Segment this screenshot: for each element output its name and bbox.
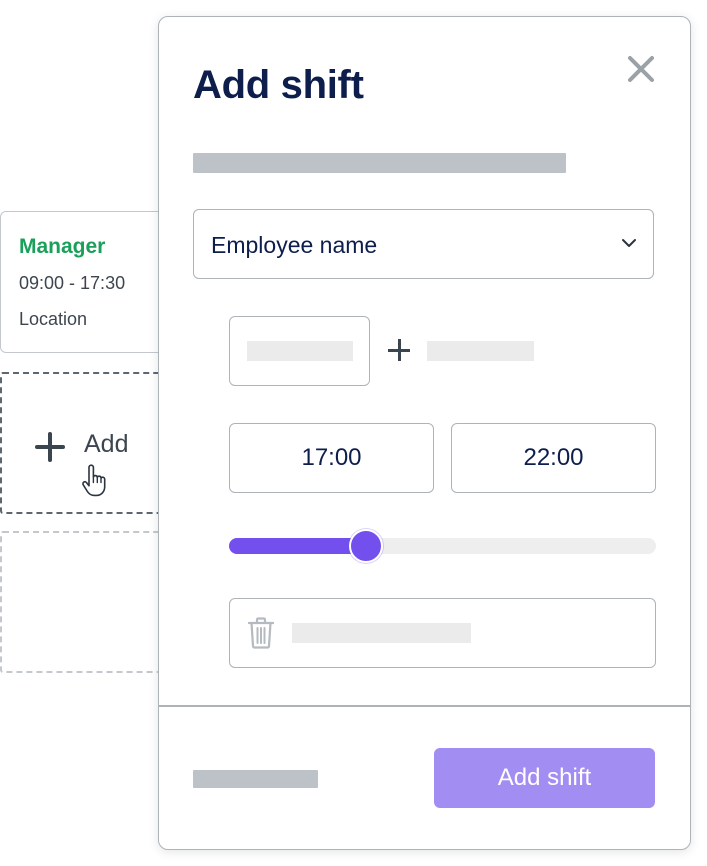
- dialog-title: Add shift: [193, 63, 364, 107]
- employee-select-value: Employee name: [211, 232, 378, 258]
- start-time-input[interactable]: 17:00: [229, 423, 434, 493]
- duration-slider[interactable]: [229, 529, 656, 563]
- add-slot-label: Add: [84, 430, 129, 458]
- shift-card[interactable]: Manager 09:00 - 17:30 Location: [0, 211, 175, 353]
- add-shift-dialog: Add shift Employee name 17:00 22:00 Add …: [158, 16, 691, 850]
- delete-field-placeholder: [292, 623, 471, 643]
- slider-thumb[interactable]: [348, 529, 383, 563]
- delete-field[interactable]: [229, 598, 656, 668]
- add-shift-button[interactable]: Add shift: [434, 748, 655, 808]
- shift-role: Manager: [19, 235, 106, 258]
- footer-placeholder: [193, 770, 318, 788]
- subtitle-placeholder: [193, 153, 566, 173]
- break-input-placeholder: [247, 341, 353, 361]
- shift-time: 09:00 - 17:30: [19, 273, 126, 293]
- empty-shift-slot[interactable]: [0, 531, 175, 673]
- end-time-input[interactable]: 22:00: [451, 423, 656, 493]
- plus-icon: [35, 432, 65, 462]
- plus-icon[interactable]: [388, 339, 410, 361]
- footer-divider: [159, 705, 690, 707]
- slider-fill: [229, 538, 366, 554]
- add-break-placeholder: [427, 341, 534, 361]
- trash-icon[interactable]: [245, 616, 277, 650]
- add-shift-slot[interactable]: Add: [0, 372, 175, 514]
- employee-select[interactable]: Employee name: [193, 209, 654, 279]
- hand-pointer-icon: [82, 464, 106, 497]
- shift-location: Location: [19, 309, 88, 329]
- chevron-down-icon: [622, 239, 636, 247]
- break-input[interactable]: [229, 316, 370, 386]
- close-icon[interactable]: [625, 53, 657, 85]
